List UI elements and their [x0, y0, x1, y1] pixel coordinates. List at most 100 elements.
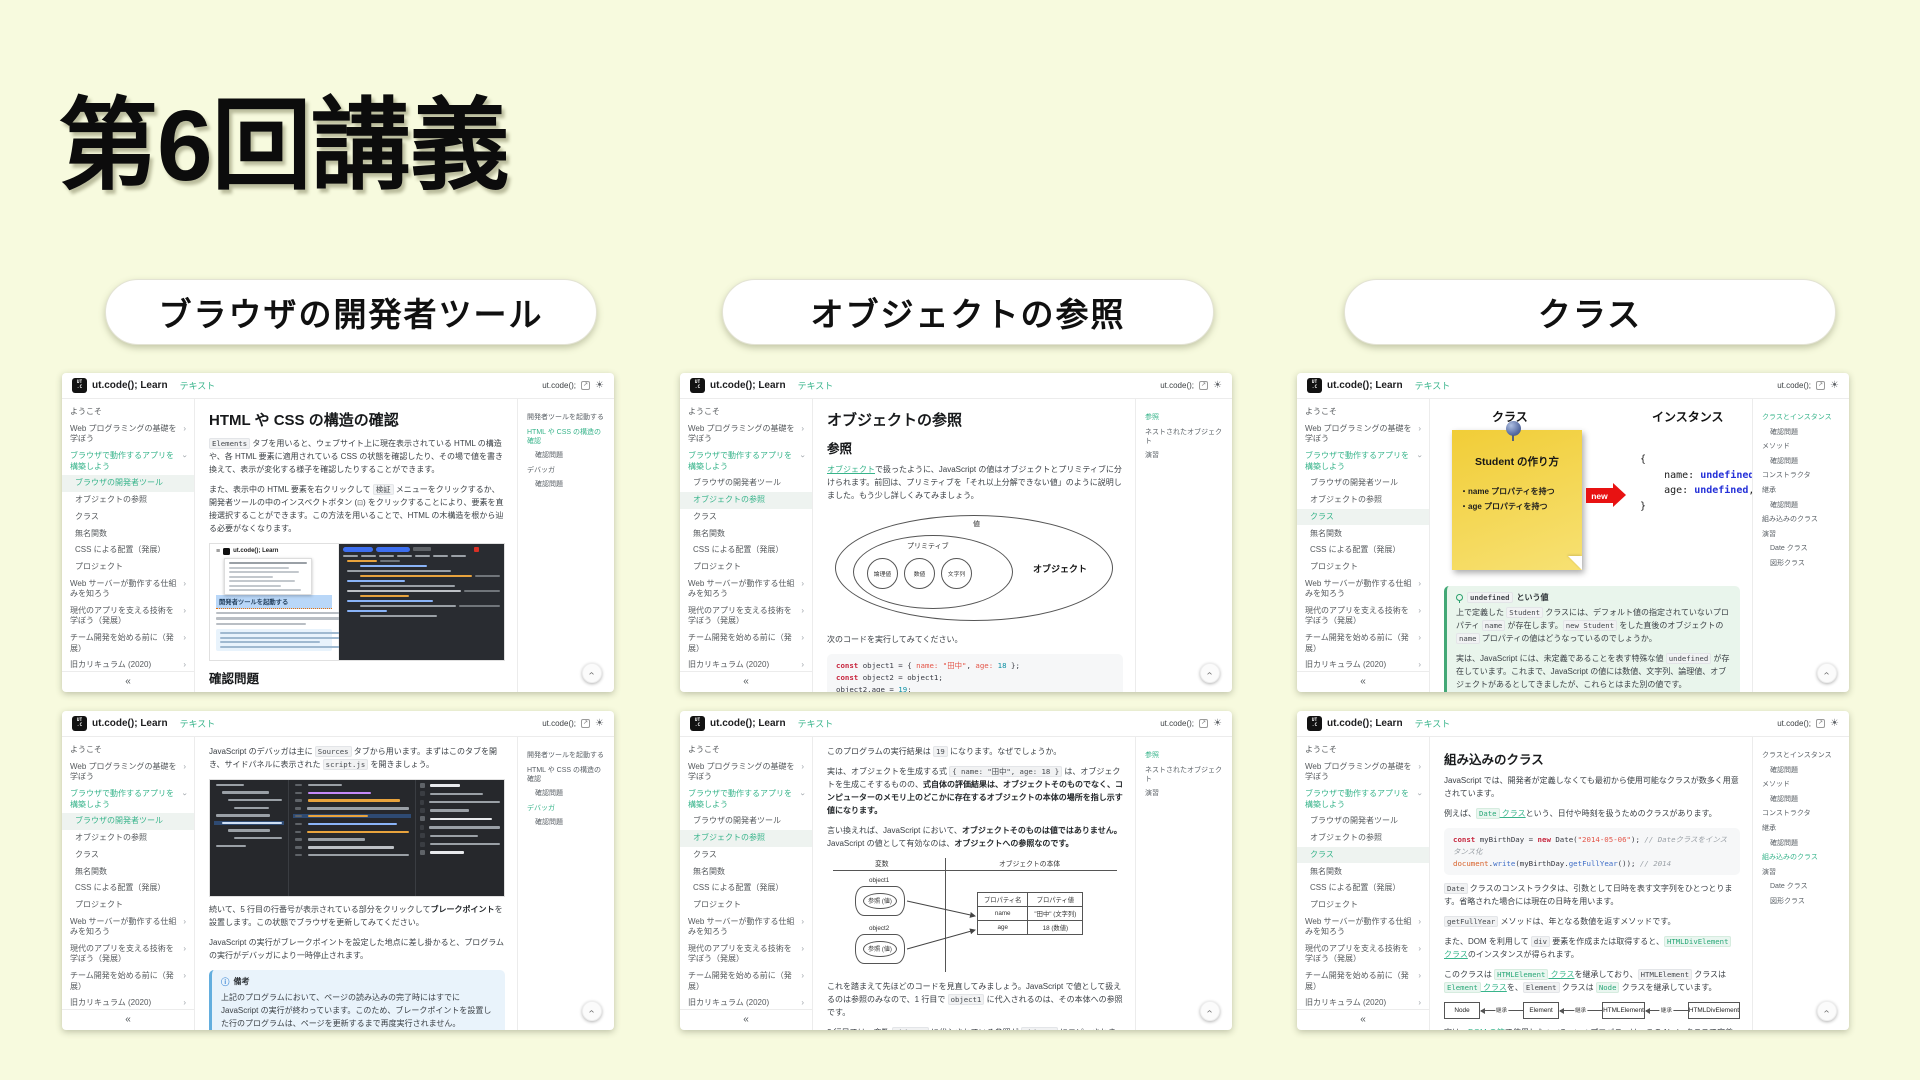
sidebar-item[interactable]: ブラウザで動作するアプリを構築しよう›	[1297, 786, 1429, 813]
sidebar-item[interactable]: プロジェクト	[1297, 559, 1429, 576]
toc-item[interactable]: 演習	[1145, 789, 1226, 798]
toc-item[interactable]: 確認問題	[527, 480, 608, 489]
toc-item[interactable]: 図形クラス	[1762, 559, 1843, 568]
toc-item[interactable]: 確認問題	[527, 789, 608, 798]
sidebar-item[interactable]: プロジェクト	[62, 559, 194, 576]
sidebar-item[interactable]: Web プログラミングの基礎を学ぼう›	[1297, 421, 1429, 448]
sidebar-item[interactable]: 無名関数	[62, 863, 194, 880]
toc-item[interactable]: 継承	[1762, 486, 1843, 495]
sidebar-item[interactable]: CSS による配置（発展）	[62, 542, 194, 559]
toc-item[interactable]: HTML や CSS の構造の確認	[527, 428, 608, 446]
sidebar-item[interactable]: ブラウザの開発者ツール	[62, 813, 194, 830]
toc-item[interactable]: 参照	[1145, 413, 1226, 422]
sidebar-item[interactable]: CSS による配置（発展）	[680, 880, 812, 897]
sidebar-item[interactable]: ブラウザの開発者ツール	[1297, 475, 1429, 492]
toc-item[interactable]: 開発者ツールを起動する	[527, 413, 608, 422]
toc-item[interactable]: 確認問題	[1762, 457, 1843, 466]
sidebar-item[interactable]: 旧カリキュラム (2020)›	[1297, 657, 1429, 671]
sidebar-item[interactable]: チーム開発を始める前に（発展）›	[62, 968, 194, 995]
toc-item[interactable]: 演習	[1762, 868, 1843, 877]
sidebar-item[interactable]: ブラウザの開発者ツール	[1297, 813, 1429, 830]
inline-link[interactable]: クラス	[1481, 983, 1507, 992]
sidebar-item[interactable]: クラス	[680, 509, 812, 526]
sidebar-item[interactable]: Web サーバーが動作する仕組みを知ろう›	[1297, 914, 1429, 941]
sidebar-item[interactable]: CSS による配置（発展）	[62, 880, 194, 897]
sidebar-item[interactable]: 旧カリキュラム (2020)›	[62, 657, 194, 671]
header-site-link[interactable]: ut.code();	[1777, 381, 1811, 390]
sidebar-collapse-button[interactable]: «	[1297, 1009, 1429, 1030]
sidebar-item[interactable]: Web プログラミングの基礎を学ぼう›	[680, 759, 812, 786]
sidebar-collapse-button[interactable]: «	[62, 1009, 194, 1030]
toc-item[interactable]: デバッガ	[527, 804, 608, 813]
toc-item[interactable]: メソッド	[1762, 780, 1843, 789]
header-site-link[interactable]: ut.code();	[1777, 719, 1811, 728]
header-site-link[interactable]: ut.code();	[1160, 719, 1194, 728]
theme-toggle-sun-icon[interactable]: ☀	[1213, 718, 1222, 729]
toc-item[interactable]: 確認問題	[1762, 428, 1843, 437]
sidebar-item[interactable]: プロジェクト	[680, 897, 812, 914]
theme-toggle-sun-icon[interactable]: ☀	[1830, 718, 1839, 729]
theme-toggle-sun-icon[interactable]: ☀	[595, 380, 604, 391]
toc-item[interactable]: コンストラクタ	[1762, 471, 1843, 480]
sidebar-item[interactable]: Web プログラミングの基礎を学ぼう›	[680, 421, 812, 448]
toc-item[interactable]: クラスとインスタンス	[1762, 751, 1843, 760]
sidebar-item[interactable]: ブラウザの開発者ツール	[680, 813, 812, 830]
scroll-top-button[interactable]: ›	[1817, 1001, 1837, 1021]
sidebar-item[interactable]: クラス	[1297, 847, 1429, 864]
theme-toggle-sun-icon[interactable]: ☀	[595, 718, 604, 729]
scroll-top-button[interactable]: ›	[582, 1001, 602, 1021]
scroll-top-button[interactable]: ›	[1200, 663, 1220, 683]
nav-link-text[interactable]: テキスト	[180, 717, 216, 730]
toc-item[interactable]: ネストされたオブジェクト	[1145, 428, 1226, 446]
nav-link-text[interactable]: テキスト	[1415, 717, 1451, 730]
sidebar-item[interactable]: CSS による配置（発展）	[1297, 542, 1429, 559]
sidebar-item[interactable]: CSS による配置（発展）	[1297, 880, 1429, 897]
header-site-link[interactable]: ut.code();	[542, 381, 576, 390]
sidebar-item[interactable]: オブジェクトの参照	[1297, 830, 1429, 847]
theme-toggle-sun-icon[interactable]: ☀	[1830, 380, 1839, 391]
sidebar-item[interactable]: チーム開発を始める前に（発展）›	[1297, 630, 1429, 657]
toc-item[interactable]: 継承	[1762, 824, 1843, 833]
toc-item[interactable]: コンストラクタ	[1762, 809, 1843, 818]
sidebar-item[interactable]: 無名関数	[1297, 525, 1429, 542]
nav-link-text[interactable]: テキスト	[798, 379, 834, 392]
sidebar-collapse-button[interactable]: «	[680, 671, 812, 692]
sidebar-item[interactable]: チーム開発を始める前に（発展）›	[1297, 968, 1429, 995]
sidebar-item[interactable]: ブラウザの開発者ツール	[680, 475, 812, 492]
toc-item[interactable]: 確認問題	[1762, 795, 1843, 804]
sidebar-item[interactable]: Web サーバーが動作する仕組みを知ろう›	[680, 576, 812, 603]
inline-link[interactable]: クラス	[1548, 970, 1574, 979]
toc-item[interactable]: 演習	[1145, 451, 1226, 460]
toc-item[interactable]: ネストされたオブジェクト	[1145, 766, 1226, 784]
toc-item[interactable]: デバッガ	[527, 466, 608, 475]
sidebar-item[interactable]: チーム開発を始める前に（発展）›	[62, 630, 194, 657]
sidebar-item[interactable]: 現代のアプリを支える技術を学ぼう（発展）›	[1297, 603, 1429, 630]
sidebar-item[interactable]: ようこそ	[62, 742, 194, 759]
toc-item[interactable]: 図形クラス	[1762, 897, 1843, 906]
sidebar-item[interactable]: オブジェクトの参照	[62, 492, 194, 509]
sidebar-item[interactable]: CSS による配置（発展）	[680, 542, 812, 559]
sidebar-item[interactable]: クラス	[62, 847, 194, 864]
toc-item[interactable]: 演習	[1762, 530, 1843, 539]
sidebar-item[interactable]: ブラウザで動作するアプリを構築しよう›	[680, 448, 812, 475]
toc-item[interactable]: HTML や CSS の構造の確認	[527, 766, 608, 784]
sidebar-item[interactable]: クラス	[62, 509, 194, 526]
sidebar-item[interactable]: 現代のアプリを支える技術を学ぼう（発展）›	[680, 603, 812, 630]
sidebar-item[interactable]: ブラウザで動作するアプリを構築しよう›	[680, 786, 812, 813]
toc-item[interactable]: メソッド	[1762, 442, 1843, 451]
nav-link-text[interactable]: テキスト	[180, 379, 216, 392]
sidebar-item[interactable]: オブジェクトの参照	[680, 492, 812, 509]
toc-item[interactable]: クラスとインスタンス	[1762, 413, 1843, 422]
sidebar-item[interactable]: プロジェクト	[1297, 897, 1429, 914]
sidebar-item[interactable]: 現代のアプリを支える技術を学ぼう（発展）›	[62, 603, 194, 630]
toc-item[interactable]: Date クラス	[1762, 882, 1843, 891]
sidebar-item[interactable]: ブラウザの開発者ツール	[62, 475, 194, 492]
sidebar-item[interactable]: ようこそ	[62, 404, 194, 421]
toc-item[interactable]: 確認問題	[527, 818, 608, 827]
sidebar-item[interactable]: Web プログラミングの基礎を学ぼう›	[1297, 759, 1429, 786]
sidebar-item[interactable]: 無名関数	[680, 525, 812, 542]
sidebar-item[interactable]: Web プログラミングの基礎を学ぼう›	[62, 421, 194, 448]
sidebar-item[interactable]: オブジェクトの参照	[62, 830, 194, 847]
sidebar-item[interactable]: 旧カリキュラム (2020)›	[1297, 995, 1429, 1009]
sidebar-item[interactable]: ブラウザで動作するアプリを構築しよう›	[62, 448, 194, 475]
